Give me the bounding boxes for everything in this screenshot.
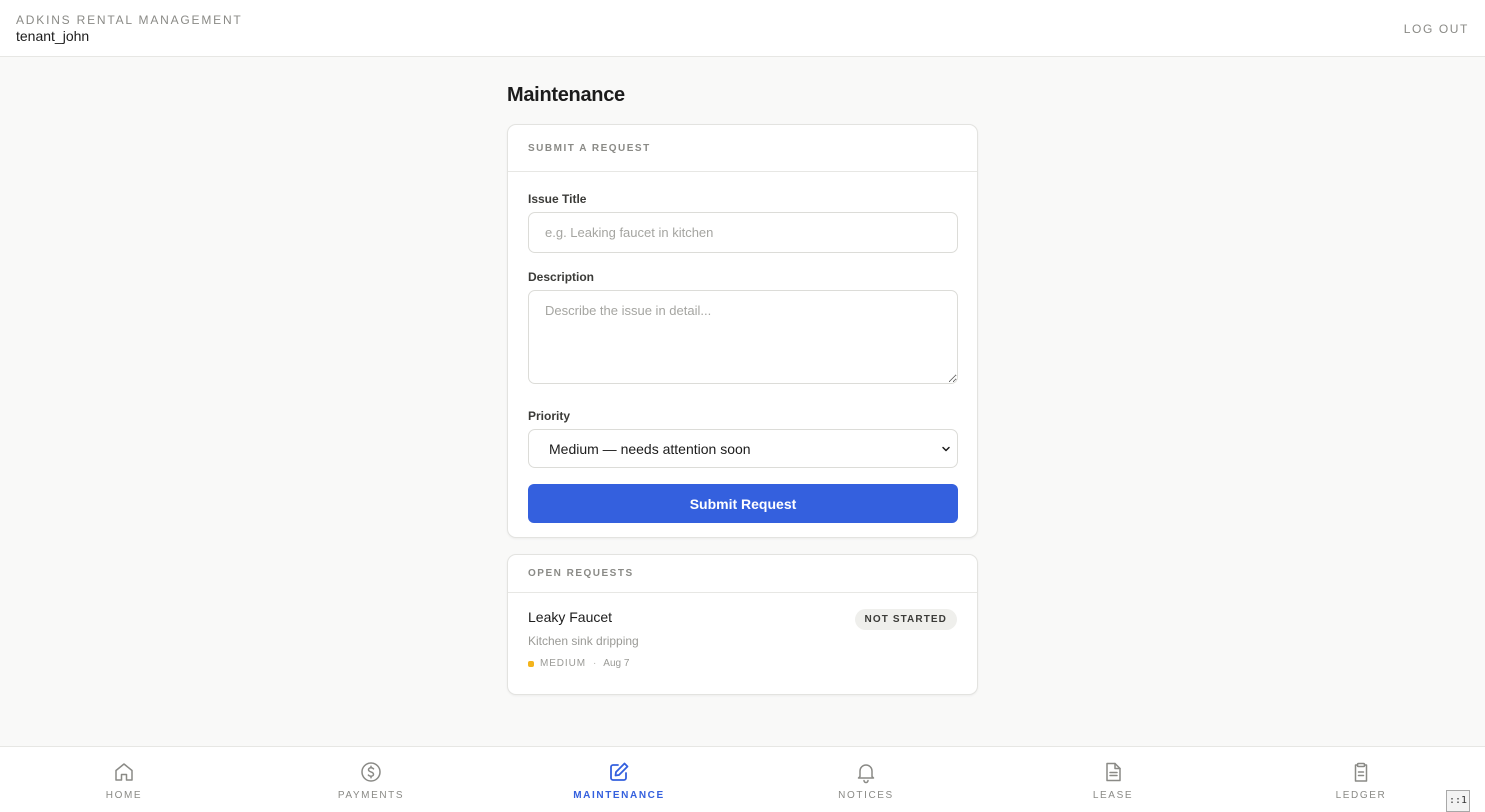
submit-card-heading: SUBMIT A REQUEST [508,125,977,172]
nav-item-payments[interactable]: PAYMENTS [311,760,431,801]
page-title: Maintenance [507,84,625,106]
request-description: Kitchen sink dripping [528,634,639,648]
nav-item-ledger[interactable]: LEDGER [1301,760,1421,801]
nav-label-lease: LEASE [1092,790,1134,801]
issue-title-input[interactable] [528,212,958,253]
dollar-circle-icon [361,762,381,782]
bottom-nav: HOME PAYMENTS MAINTENANCE NOTICES LEASE [0,746,1485,812]
submit-form: Issue Title Description Priority Medium … [508,172,977,523]
nav-item-home[interactable]: HOME [64,760,184,801]
priority-selected-value[interactable]: Medium — needs attention soon [528,429,958,468]
corner-tag: ::1 [1446,790,1470,812]
clipboard-icon [1354,762,1368,782]
home-icon [115,763,133,781]
nav-label-ledger: LEDGER [1335,790,1387,801]
meta-separator: · [592,658,597,669]
bell-icon [857,764,875,784]
username: tenant_john [16,28,90,44]
status-badge: NOT STARTED [854,609,957,630]
top-header: ADKINS RENTAL MANAGEMENT tenant_john LOG… [0,0,1485,57]
nav-item-notices[interactable]: NOTICES [806,760,926,801]
open-requests-card: OPEN REQUESTS Leaky Faucet NOT STARTED K… [507,554,978,695]
request-meta: MEDIUM · Aug 7 [528,658,957,669]
priority-dot [528,660,534,667]
submit-request-card: SUBMIT A REQUEST Issue Title Description… [507,124,978,538]
nav-label-notices: NOTICES [838,790,894,801]
document-icon [1106,762,1121,782]
request-priority: MEDIUM [540,658,586,669]
nav-item-lease[interactable]: LEASE [1053,760,1173,801]
logout-button[interactable]: LOG OUT [1404,22,1469,36]
priority-label: Priority [528,409,571,423]
request-item[interactable]: Leaky Faucet NOT STARTED Kitchen sink dr… [508,593,977,669]
submit-request-button[interactable]: Submit Request [528,484,958,523]
nav-label-maintenance: MAINTENANCE [573,790,665,801]
open-requests-heading: OPEN REQUESTS [508,555,977,593]
main-content: Maintenance SUBMIT A REQUEST Issue Title… [507,82,978,695]
chevron-down-icon [942,446,950,452]
priority-select[interactable]: Medium — needs attention soon [528,429,958,468]
nav-label-home: HOME [105,790,143,801]
request-date: Aug 7 [603,658,630,669]
brand-name: ADKINS RENTAL MANAGEMENT [16,13,243,27]
edit-icon [610,762,629,781]
issue-title-label: Issue Title [528,192,587,206]
description-label: Description [528,270,595,284]
nav-item-maintenance[interactable]: MAINTENANCE [559,760,679,801]
nav-label-payments: PAYMENTS [337,790,405,801]
description-textarea[interactable] [528,290,958,384]
